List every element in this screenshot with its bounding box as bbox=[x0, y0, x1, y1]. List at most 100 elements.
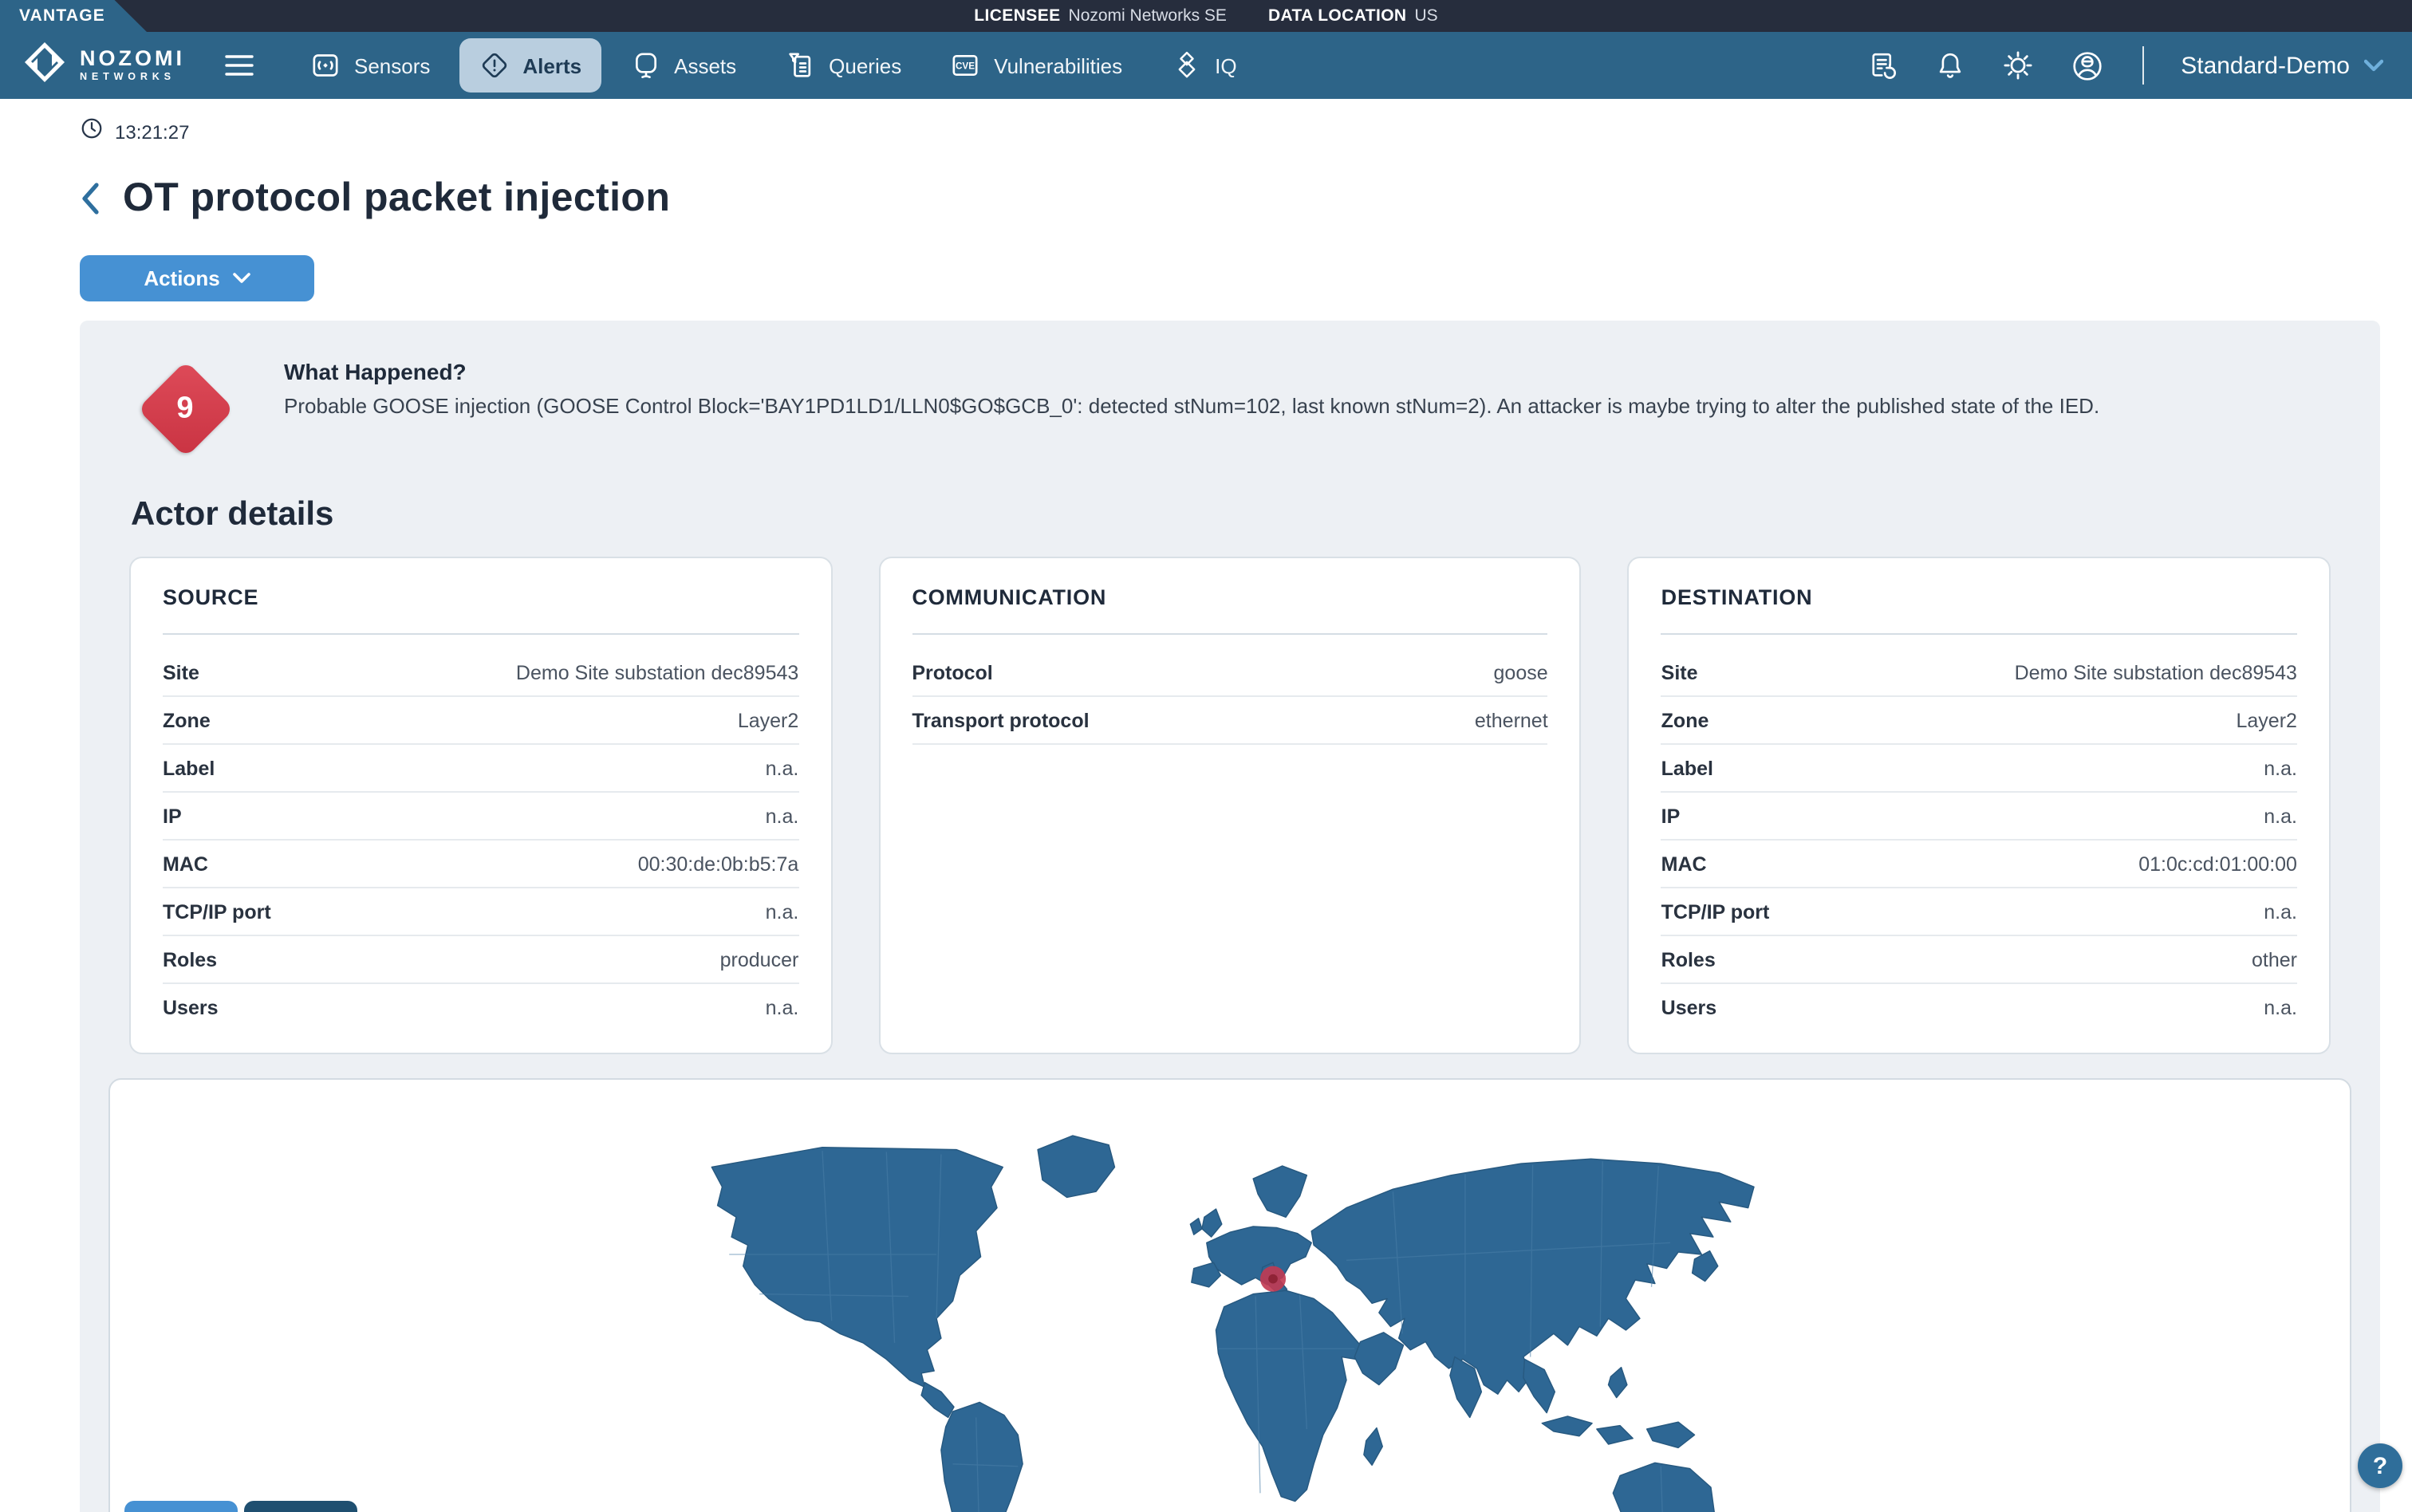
row-label: MAC bbox=[1661, 853, 1707, 876]
row-label: Label bbox=[163, 758, 215, 780]
risk-score-value: 9 bbox=[176, 391, 193, 426]
world-map bbox=[648, 1080, 1812, 1512]
source-card-title: SOURCE bbox=[163, 585, 798, 609]
iq-icon bbox=[1170, 49, 1202, 81]
row-value: other bbox=[2252, 949, 2297, 971]
audit-report-icon[interactable] bbox=[1866, 49, 1900, 82]
row-value: n.a. bbox=[2264, 901, 2297, 923]
back-button[interactable] bbox=[80, 182, 100, 215]
row-value: n.a. bbox=[766, 901, 799, 923]
nav-item-label: IQ bbox=[1215, 53, 1236, 77]
destination-card: DESTINATION SiteDemo Site substation dec… bbox=[1628, 557, 2331, 1054]
row-label: TCP/IP port bbox=[1661, 901, 1770, 923]
license-info: LICENSEE Nozomi Networks SE DATA LOCATIO… bbox=[0, 0, 2412, 32]
source-card: SOURCE Site Demo Site substation dec89543… bbox=[129, 557, 832, 1054]
communication-card: COMMUNICATION Protocolgoose Transport pr… bbox=[878, 557, 1581, 1054]
cve-icon: CVE bbox=[949, 49, 981, 81]
data-location-value: US bbox=[1415, 6, 1438, 26]
nozomi-logo[interactable]: NOZOMI NETWORKS bbox=[22, 39, 185, 92]
row-label: IP bbox=[163, 805, 182, 828]
divider bbox=[163, 633, 798, 635]
data-location-label: DATA LOCATION bbox=[1268, 6, 1407, 26]
row-label: Site bbox=[1661, 662, 1698, 684]
tenant-name: Standard-Demo bbox=[2181, 52, 2350, 79]
top-bar: VANTAGE LICENSEE Nozomi Networks SE DATA… bbox=[0, 0, 2412, 32]
assets-icon bbox=[629, 49, 661, 81]
licensee-label: LICENSEE bbox=[974, 6, 1060, 26]
table-row: Usersn.a. bbox=[163, 984, 798, 1030]
row-value: 01:0c:cd:01:00:00 bbox=[2138, 853, 2297, 876]
main-navbar: NOZOMI NETWORKS Sensors bbox=[0, 32, 2412, 99]
table-row: Zone Layer2 bbox=[163, 697, 798, 745]
navbar-right: Standard-Demo bbox=[1866, 46, 2383, 85]
row-label: Transport protocol bbox=[912, 710, 1089, 732]
table-row: Usersn.a. bbox=[1661, 984, 2297, 1030]
nav-item-label: Assets bbox=[674, 53, 736, 77]
nav-item-vulnerabilities[interactable]: CVE Vulnerabilities bbox=[930, 38, 1141, 93]
chevron-down-icon bbox=[2364, 51, 2383, 80]
main-content: 13:21:27 OT protocol packet injection Ac… bbox=[0, 116, 2412, 1512]
help-button[interactable]: ? bbox=[2358, 1443, 2402, 1488]
tenant-switcher[interactable]: Standard-Demo bbox=[2181, 51, 2383, 80]
row-value: 00:30:de:0b:b5:7a bbox=[638, 853, 799, 876]
table-row: IPn.a. bbox=[1661, 793, 2297, 841]
row-value: n.a. bbox=[766, 805, 799, 828]
row-label: Roles bbox=[1661, 949, 1716, 971]
actor-cards: SOURCE Site Demo Site substation dec89543… bbox=[108, 557, 2351, 1054]
table-row: IP n.a. bbox=[163, 793, 798, 841]
nav-item-iq[interactable]: IQ bbox=[1151, 38, 1255, 93]
map-view-toggles: 3D 2D bbox=[124, 1501, 357, 1512]
nav-item-alerts[interactable]: Alerts bbox=[459, 38, 601, 93]
table-row: Site Demo Site substation dec89543 bbox=[163, 649, 798, 697]
actions-button[interactable]: Actions bbox=[80, 255, 314, 301]
settings-gear-icon[interactable] bbox=[2000, 48, 2036, 83]
what-happened-title: What Happened? bbox=[284, 359, 2099, 384]
licensee-value: Nozomi Networks SE bbox=[1069, 6, 1227, 26]
table-row: Roles other bbox=[1661, 936, 2297, 984]
row-value: n.a. bbox=[766, 758, 799, 780]
nav-item-label: Alerts bbox=[522, 53, 581, 77]
table-row: Labeln.a. bbox=[1661, 745, 2297, 793]
notifications-bell-icon[interactable] bbox=[1933, 49, 1967, 82]
chevron-down-icon bbox=[233, 273, 250, 284]
page-title: OT protocol packet injection bbox=[123, 175, 670, 222]
alert-time: 13:21:27 bbox=[80, 116, 2380, 148]
alert-detail-panel: 9 What Happened? Probable GOOSE injectio… bbox=[80, 321, 2380, 1512]
nozomi-diamond-icon bbox=[22, 39, 67, 92]
table-row: MAC00:30:de:0b:b5:7a bbox=[163, 841, 798, 888]
row-label: Users bbox=[163, 997, 219, 1019]
divider bbox=[1661, 633, 2297, 635]
nav-item-sensors[interactable]: Sensors bbox=[290, 38, 449, 93]
row-label: Zone bbox=[163, 710, 211, 732]
nav-item-queries[interactable]: Queries bbox=[765, 38, 920, 93]
row-value: Demo Site substation dec89543 bbox=[516, 662, 798, 684]
menu-hamburger-icon[interactable] bbox=[223, 53, 255, 78]
nav-items: Sensors Alerts bbox=[290, 38, 1256, 93]
what-happened-section: 9 What Happened? Probable GOOSE injectio… bbox=[108, 352, 2351, 464]
row-value: producer bbox=[720, 949, 799, 971]
nav-item-assets[interactable]: Assets bbox=[610, 38, 755, 93]
row-value: Layer2 bbox=[738, 710, 798, 732]
row-label: Site bbox=[163, 662, 199, 684]
row-label: Protocol bbox=[912, 662, 992, 684]
actions-button-label: Actions bbox=[144, 266, 219, 290]
divider bbox=[912, 633, 1547, 635]
map-3d-button[interactable]: 3D bbox=[124, 1501, 238, 1512]
table-row: TCP/IP port n.a. bbox=[1661, 888, 2297, 936]
row-label: Users bbox=[1661, 997, 1717, 1019]
geolocation-map[interactable]: 3D 2D bbox=[108, 1078, 2351, 1512]
row-label: TCP/IP port bbox=[163, 901, 271, 923]
user-avatar-icon[interactable] bbox=[2069, 47, 2106, 84]
divider bbox=[2142, 46, 2144, 85]
alerts-icon bbox=[478, 49, 510, 81]
table-row: SiteDemo Site substation dec89543 bbox=[1661, 649, 2297, 697]
alert-timestamp: 13:21:27 bbox=[115, 121, 189, 144]
row-label: Zone bbox=[1661, 710, 1709, 732]
table-row: Rolesproducer bbox=[163, 936, 798, 984]
map-2d-button[interactable]: 2D bbox=[244, 1501, 357, 1512]
table-row: Transport protocolethernet bbox=[912, 697, 1547, 745]
table-row: Zone Layer2 bbox=[1661, 697, 2297, 745]
row-value: Layer2 bbox=[2237, 710, 2297, 732]
risk-diamond-icon: 9 bbox=[136, 360, 234, 457]
row-value: n.a. bbox=[2264, 805, 2297, 828]
